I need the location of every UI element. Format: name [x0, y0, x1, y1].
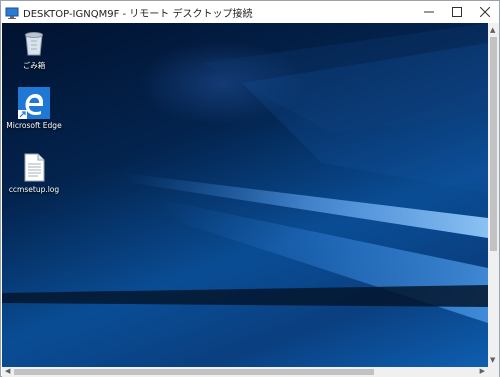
minimize-icon — [424, 11, 434, 13]
desktop-icon-label: ごみ箱 — [22, 61, 46, 70]
maximize-icon — [452, 7, 462, 17]
scroll-up-icon[interactable]: ▲ — [490, 26, 495, 34]
scroll-right-icon[interactable]: ▶ — [480, 367, 485, 375]
desktop-icon-recycle-bin[interactable]: ごみ箱 — [4, 27, 64, 71]
minimize-button[interactable] — [415, 1, 443, 23]
scroll-left-icon[interactable]: ◀ — [5, 367, 10, 375]
horizontal-scroll-thumb[interactable] — [14, 369, 374, 375]
maximize-button[interactable] — [443, 1, 471, 23]
desktop-icon-microsoft-edge[interactable]: Microsoft Edge — [4, 87, 64, 131]
scrollbar-corner — [488, 367, 499, 377]
desktop-icon-ccmsetup-log[interactable]: ccmsetup.log — [4, 151, 64, 195]
window-title: DESKTOP-IGNQM9F - リモート デスクトップ接続 — [23, 9, 253, 20]
remote-desktop-window: DESKTOP-IGNQM9F - リモート デスクトップ接続 ごみ箱 Micr… — [0, 0, 500, 377]
vertical-scroll-thumb[interactable] — [490, 37, 497, 251]
scroll-down-icon[interactable]: ▼ — [490, 356, 495, 364]
desktop-wallpaper — [2, 23, 488, 323]
vertical-scrollbar[interactable]: ▲ ▼ — [488, 23, 499, 367]
recycle-bin-icon — [18, 27, 50, 59]
remote-desktop[interactable]: ごみ箱 Microsoft Edge ccmsetup.log — [2, 23, 488, 367]
close-button[interactable] — [471, 1, 499, 23]
desktop-icon-label: ccmsetup.log — [8, 185, 60, 194]
close-icon — [480, 7, 490, 17]
edge-icon — [18, 87, 50, 119]
remote-desktop-icon[interactable] — [5, 5, 19, 19]
horizontal-scrollbar[interactable]: ◀ ▶ — [2, 367, 488, 377]
text-file-icon — [18, 151, 50, 183]
desktop-icon-label: Microsoft Edge — [6, 121, 62, 130]
title-bar[interactable]: DESKTOP-IGNQM9F - リモート デスクトップ接続 — [1, 1, 499, 23]
